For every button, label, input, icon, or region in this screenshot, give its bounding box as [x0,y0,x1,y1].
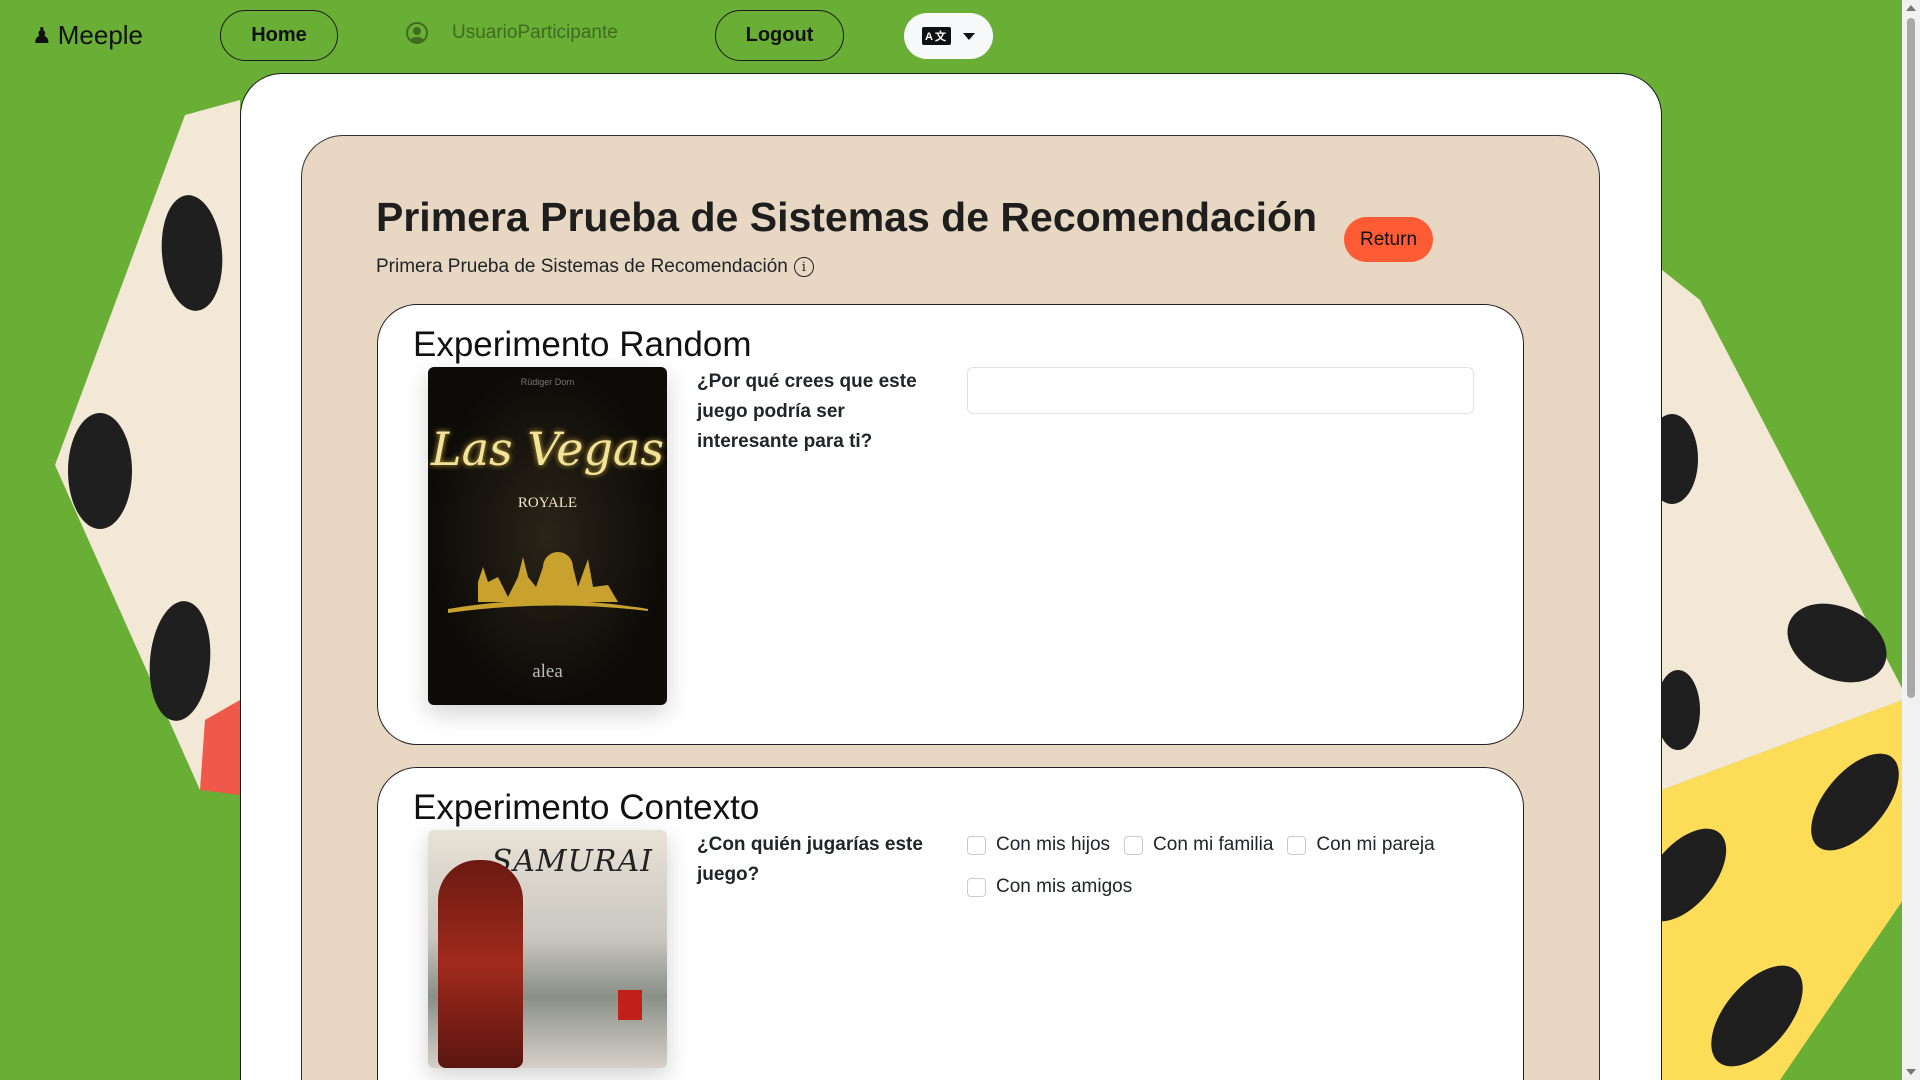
checkbox[interactable] [1287,835,1307,855]
brand-link[interactable]: ♟ Meeple [32,20,143,51]
skyline-graphic [448,552,648,613]
scrollbar-thumb[interactable] [1907,18,1915,698]
subtitle-text: Primera Prueba de Sistemas de Recomendac… [376,256,788,277]
option-label: Con mis amigos [996,876,1133,897]
cover-publisher: alea [532,661,563,682]
language-dropdown[interactable]: A文 [904,13,993,59]
game-cover-las-vegas: Rüdiger Dorn Las Vegas ROYALE alea [428,367,667,705]
meeple-icon: ♟ [32,22,52,48]
translate-icon: A文 [922,27,951,45]
seal-graphic [618,990,642,1020]
option-label: Con mis hijos [996,834,1111,855]
caret-down-icon [962,32,975,40]
question-label: ¿Por qué crees que este juego podría ser… [697,371,917,452]
answer-input[interactable] [967,367,1474,414]
user-circle-icon [406,22,428,44]
option-label: Con mi pareja [1316,834,1435,855]
companion-options: Con mis hijos Con mi familia Con mi pare… [967,830,1487,902]
scroll-up-icon[interactable] [1906,5,1916,11]
experiment-title: Experimento Random [413,325,752,364]
cover-sub: ROYALE [517,495,578,511]
return-button[interactable]: Return [1344,217,1433,262]
option-con-mi-pareja[interactable]: Con mi pareja [1287,830,1435,860]
option-label: Con mi familia [1153,834,1274,855]
checkbox[interactable] [967,877,986,897]
checkbox[interactable] [967,835,986,855]
experiment-card-contexto: Experimento Contexto SAMURAI ¿Con quién … [377,767,1524,1080]
experiment-title: Experimento Contexto [413,788,760,827]
cover-author: Rüdiger Dorn [520,377,575,387]
scroll-down-icon[interactable] [1906,1069,1916,1075]
game-cover-samurai: SAMURAI [428,830,667,1068]
option-con-mis-hijos[interactable]: Con mis hijos [967,830,1110,860]
logout-button[interactable]: Logout [715,10,844,61]
page-scrollbar[interactable] [1902,0,1920,1080]
samurai-figure [438,860,523,1068]
info-icon[interactable]: i [793,257,814,277]
cover-name: Las Vegas [431,422,664,476]
navbar: ♟ Meeple Home UsuarioParticipante Logout… [0,0,1902,73]
home-button[interactable]: Home [220,10,338,61]
question-label: ¿Con quién jugarías este juego? [697,834,923,885]
checkbox[interactable] [1124,835,1144,855]
experiment-card-random: Experimento Random Rüdiger Dorn Las Vega… [377,304,1524,745]
brand-name: Meeple [57,20,144,50]
cover-name: SAMURAI [491,844,653,879]
option-con-mi-familia[interactable]: Con mi familia [1124,830,1273,860]
option-con-mis-amigos[interactable]: Con mis amigos [967,872,1132,902]
page-title: Primera Prueba de Sistemas de Recomendac… [376,194,1318,240]
username: UsuarioParticipante [452,22,618,43]
page-subtitle: Primera Prueba de Sistemas de Recomendac… [376,256,814,278]
user-link[interactable]: UsuarioParticipante [406,22,618,44]
